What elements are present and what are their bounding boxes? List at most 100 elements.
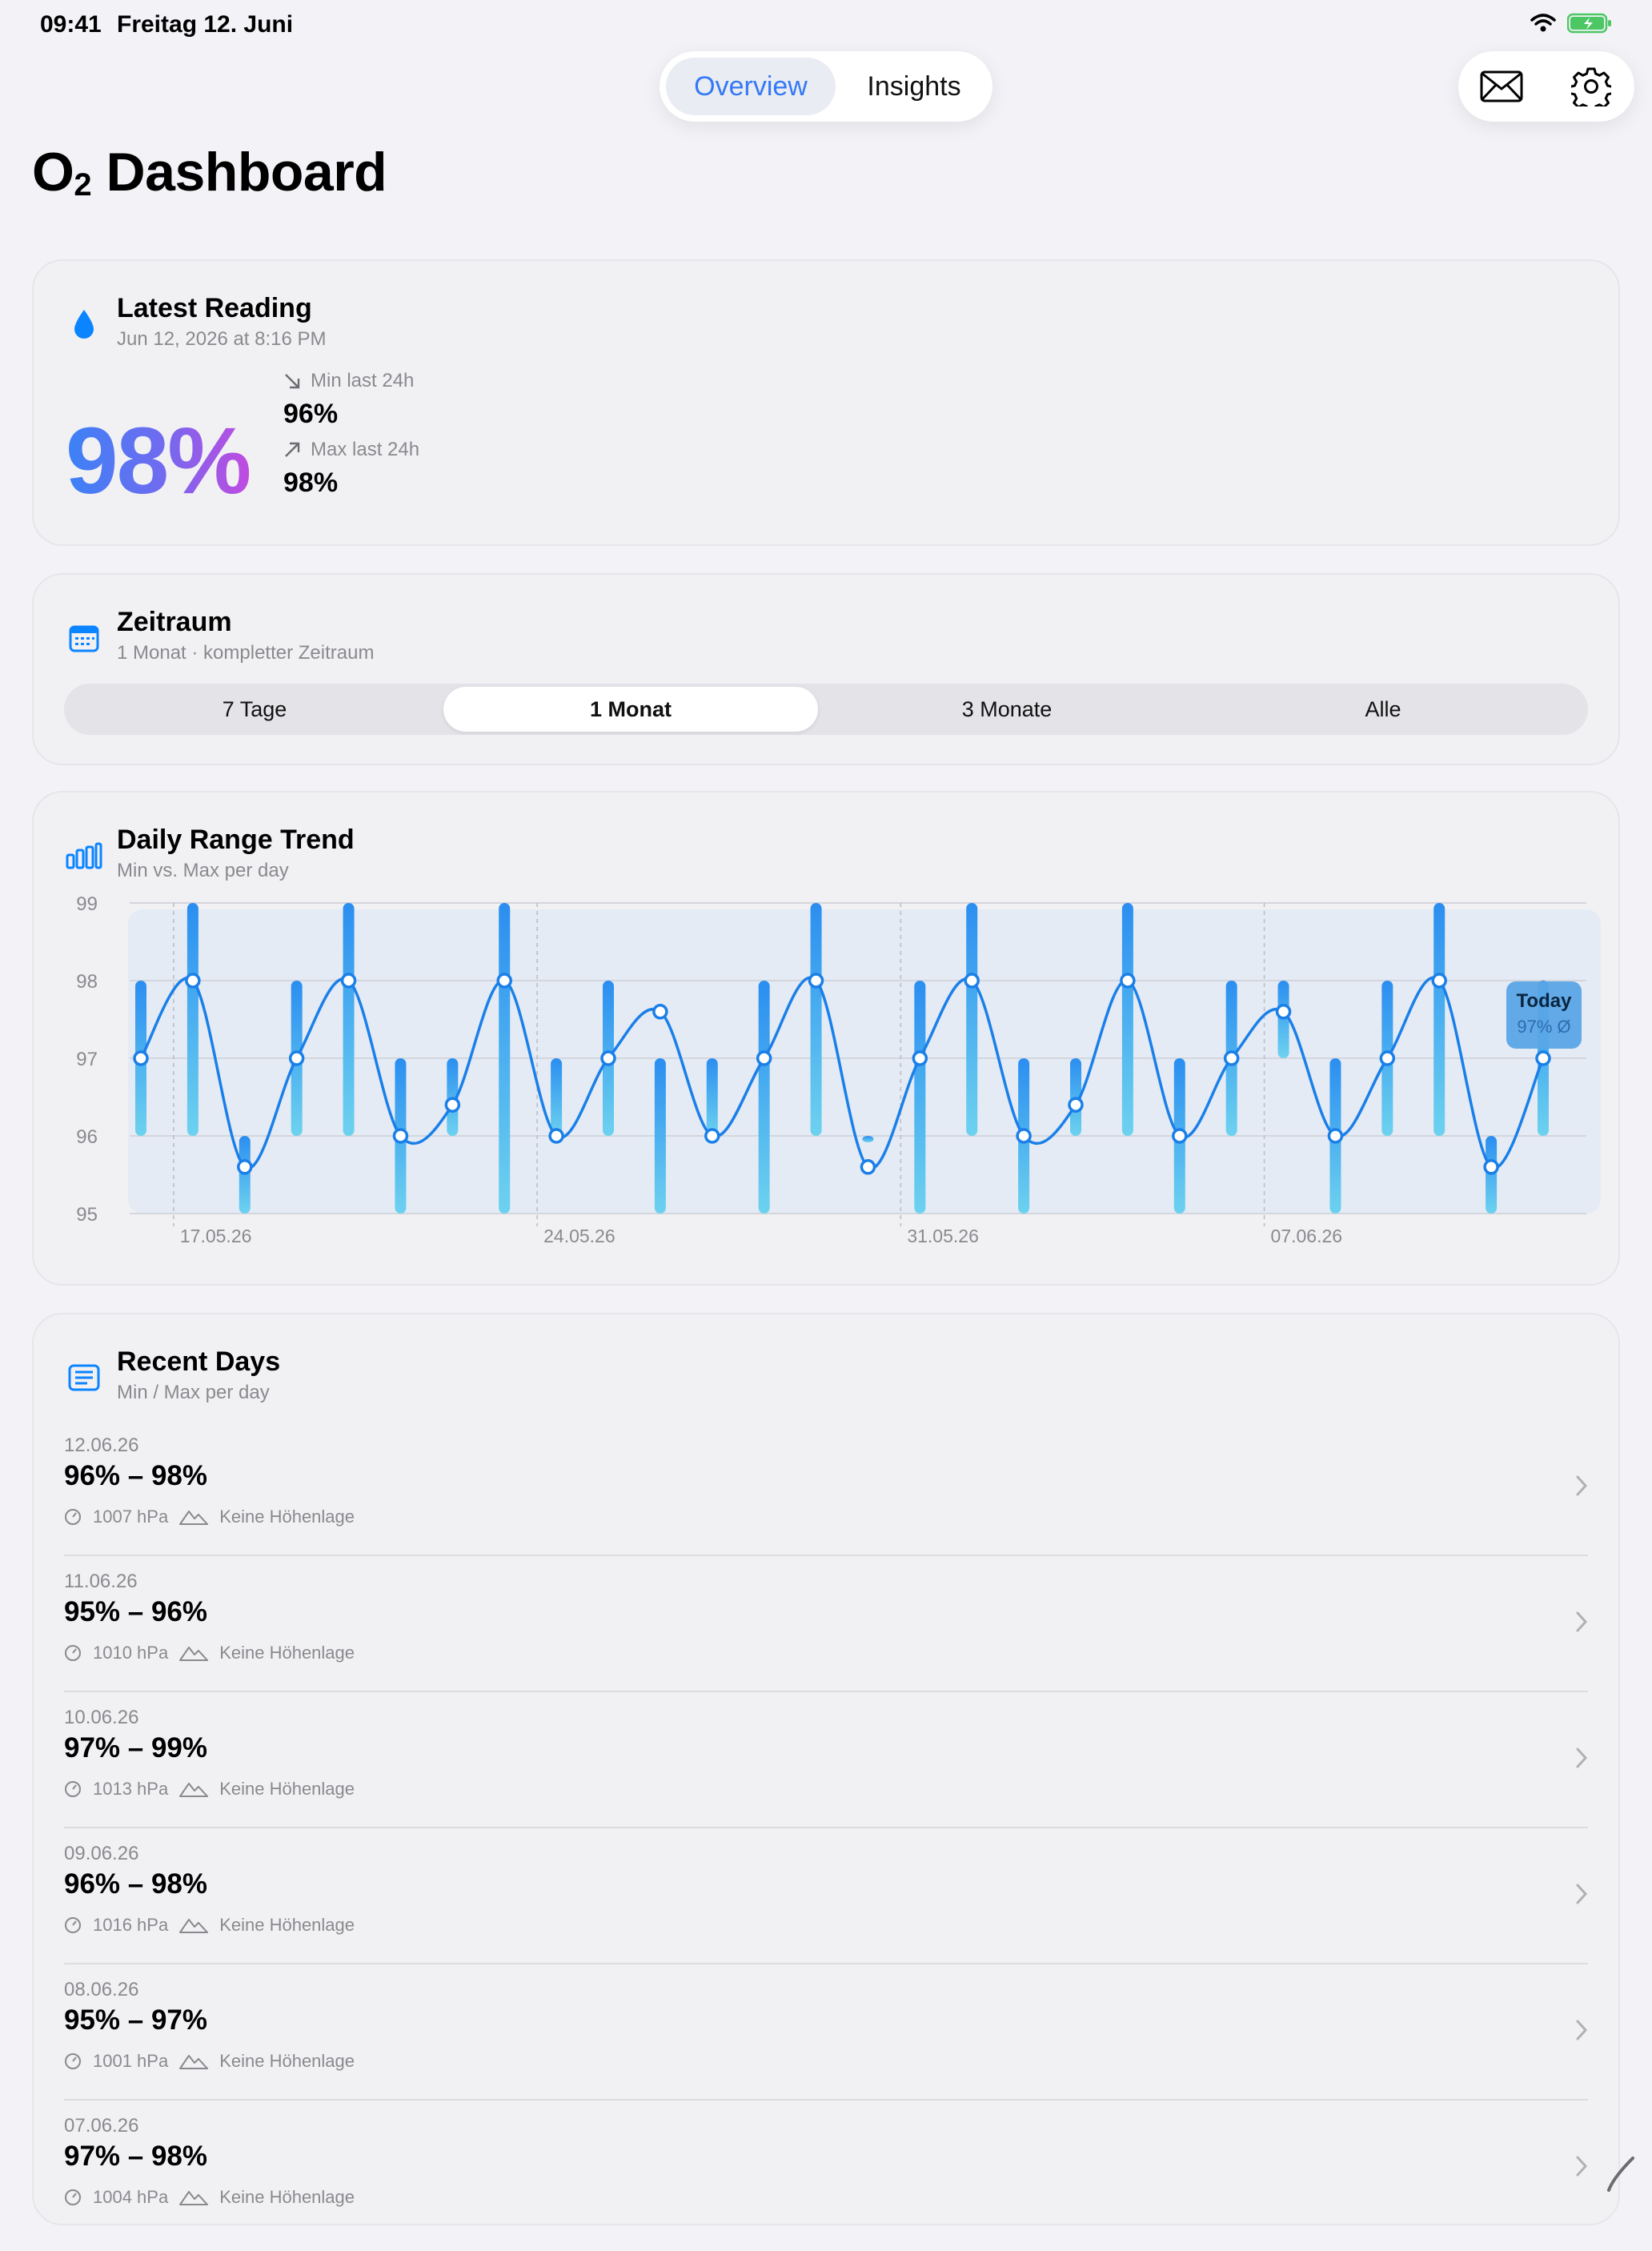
recent-day-row[interactable]: 12.06.26 96% – 98% 1007 hPa Keine Höhenl… <box>64 1434 1588 1571</box>
average-point <box>964 973 980 989</box>
settings-button[interactable] <box>1567 62 1615 110</box>
range-option-alle[interactable]: Alle <box>1196 687 1570 732</box>
latest-reading-card: Latest Reading Jun 12, 2026 at 8:16 PM 9… <box>32 259 1620 546</box>
range-option-7-tage[interactable]: 7 Tage <box>67 687 442 732</box>
page-title-main: O <box>32 142 74 203</box>
scribble-icon <box>1607 2157 1634 2192</box>
gauge-icon <box>65 1781 81 1797</box>
mountain-icon <box>179 1919 209 1933</box>
min-label-text: Min last 24h <box>311 370 415 391</box>
mail-button[interactable] <box>1478 62 1526 110</box>
row-date: 08.06.26 <box>64 1979 139 2000</box>
row-date: 09.06.26 <box>64 1843 139 1864</box>
x-tick-label: 24.05.26 <box>543 1226 615 1246</box>
trend-chart: 99 98 97 96 95 17.05.26 24.05.26 31.05.26 07.06.… <box>76 893 1601 1246</box>
gauge-icon <box>65 2189 81 2205</box>
min-label: Min last 24h <box>283 370 414 392</box>
average-point <box>185 973 201 989</box>
row-altitude: Keine Höhenlage <box>219 1779 355 1799</box>
recent-day-row[interactable]: 08.06.26 95% – 97% 1001 hPa Keine Höhenl… <box>64 1979 1588 2115</box>
today-tooltip-value: 97% Ø <box>1517 1017 1570 1037</box>
range-bar <box>1433 903 1446 1136</box>
range-bar <box>758 981 770 1214</box>
average-point <box>1120 973 1136 989</box>
status-date: Freitag 12. Juni <box>117 11 294 38</box>
row-divider <box>64 1691 1588 1692</box>
today-tooltip-title: Today <box>1517 990 1573 1012</box>
toolbar-pill <box>1458 51 1634 122</box>
y-tick-label: 95 <box>76 1204 98 1226</box>
chevron-right-icon <box>1576 1611 1588 1632</box>
average-point <box>1535 1050 1551 1066</box>
range-subtitle: 1 Monat · kompletter Zeitraum <box>117 642 375 664</box>
gear-icon <box>1571 67 1611 106</box>
wifi-icon <box>1530 14 1556 32</box>
average-point <box>444 1097 461 1113</box>
latest-title: Latest Reading <box>117 293 312 323</box>
average-point <box>1379 1050 1396 1066</box>
recent-day-row[interactable]: 11.06.26 95% – 96% 1010 hPa Keine Höhenl… <box>64 1571 1588 1707</box>
range-bar <box>706 1058 718 1136</box>
battery-icon <box>1567 13 1611 34</box>
row-meta: 1007 hPa Keine Höhenlage <box>64 1507 355 1527</box>
row-divider <box>64 1963 1588 1964</box>
page-title-rest: Dashboard <box>91 142 387 203</box>
range-bar <box>862 1136 874 1142</box>
row-pressure: 1010 hPa <box>93 1643 169 1663</box>
average-point <box>652 1004 668 1020</box>
range-bar <box>654 1058 666 1214</box>
row-meta: 1001 hPa Keine Höhenlage <box>64 2051 355 2072</box>
average-point <box>548 1128 564 1144</box>
x-tick-label: 17.05.26 <box>180 1226 252 1246</box>
average-point <box>340 973 357 989</box>
status-icons <box>1530 13 1612 34</box>
y-tick-label: 98 <box>76 971 98 993</box>
average-point <box>1223 1050 1240 1066</box>
arrow-up-right-icon <box>285 442 300 457</box>
row-meta: 1004 hPa Keine Höhenlage <box>64 2187 355 2208</box>
row-pressure: 1004 hPa <box>93 2187 169 2207</box>
tab-overview[interactable]: Overview <box>666 58 836 115</box>
latest-value: 98% <box>66 408 251 514</box>
average-point <box>133 1050 149 1066</box>
drop-icon <box>66 306 102 343</box>
average-point <box>496 973 512 989</box>
range-segmented-control: 7 Tage 1 Monat 3 Monate Alle <box>64 684 1588 735</box>
recent-day-row[interactable]: 10.06.26 97% – 99% 1013 hPa Keine Höhenl… <box>64 1707 1588 1843</box>
y-tick-label: 99 <box>76 893 98 915</box>
row-pressure: 1007 hPa <box>93 1507 169 1527</box>
recent-day-row[interactable]: 07.06.26 97% – 98% 1004 hPa Keine Höhenl… <box>64 2115 1588 2251</box>
recent-day-row[interactable]: 09.06.26 96% – 98% 1016 hPa Keine Höhenl… <box>64 1843 1588 1979</box>
x-tick-label: 31.05.26 <box>907 1226 979 1246</box>
average-point <box>808 973 824 989</box>
row-range: 96% – 98% <box>64 1868 208 1900</box>
max-label: Max last 24h <box>283 439 419 461</box>
row-range: 97% – 98% <box>64 2141 208 2172</box>
average-point <box>1483 1159 1499 1175</box>
average-point <box>912 1050 928 1066</box>
calendar-icon <box>66 620 102 656</box>
average-point <box>1275 1004 1292 1020</box>
arrow-down-right-icon <box>285 374 300 389</box>
gauge-icon <box>65 1645 81 1661</box>
row-meta: 1013 hPa Keine Höhenlage <box>64 1779 355 1800</box>
average-point <box>860 1159 876 1175</box>
list-icon <box>66 1359 102 1396</box>
range-bar <box>551 1058 563 1136</box>
page-title: O2 Dashboard <box>32 141 387 203</box>
max-label-text: Max last 24h <box>311 439 420 460</box>
average-point <box>237 1159 253 1175</box>
range-bar <box>1121 903 1133 1136</box>
range-option-1-monat[interactable]: 1 Monat <box>443 687 818 732</box>
tab-insights[interactable]: Insights <box>845 58 983 115</box>
range-option-3-monate[interactable]: 3 Monate <box>820 687 1194 732</box>
row-range: 95% – 97% <box>64 2004 208 2036</box>
row-date: 07.06.26 <box>64 2115 139 2137</box>
row-divider <box>64 2099 1588 2101</box>
row-altitude: Keine Höhenlage <box>219 1507 355 1527</box>
range-bar <box>186 903 198 1136</box>
average-point <box>1431 973 1447 989</box>
range-card: Zeitraum 1 Monat · kompletter Zeitraum 7… <box>32 573 1620 765</box>
row-meta: 1010 hPa Keine Höhenlage <box>64 1643 355 1663</box>
gauge-icon <box>65 2053 81 2069</box>
